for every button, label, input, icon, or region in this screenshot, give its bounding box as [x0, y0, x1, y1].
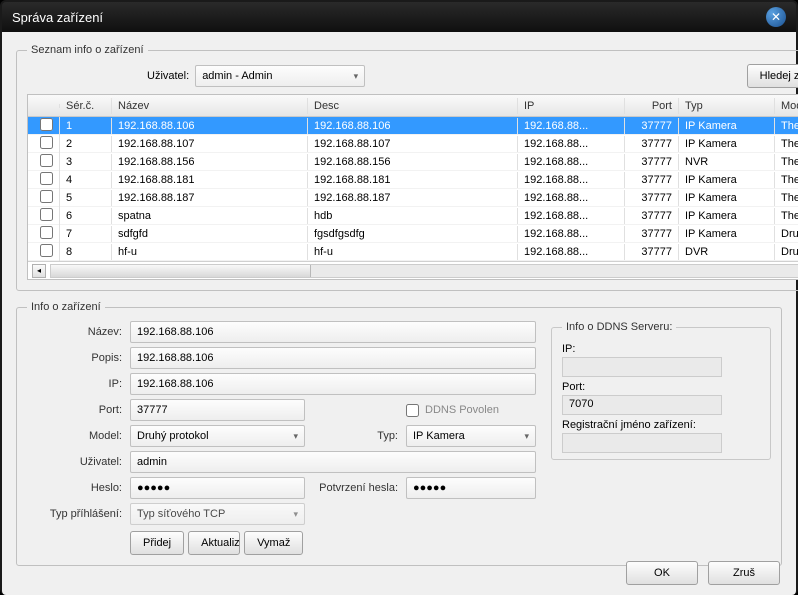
ip-field[interactable] [130, 373, 536, 395]
ip-label: IP: [27, 378, 122, 390]
port-label: Port: [27, 404, 122, 416]
ddns-ip-label: IP: [562, 343, 760, 355]
ddns-checkbox[interactable] [406, 404, 419, 417]
col-port[interactable]: Port [625, 98, 679, 114]
row-checkbox[interactable] [40, 190, 53, 203]
device-info-legend: Info o zařízení [27, 301, 105, 313]
row-checkbox[interactable] [40, 244, 53, 257]
confirm-field[interactable] [406, 477, 536, 499]
ddns-ip-value [562, 357, 722, 377]
row-checkbox[interactable] [40, 226, 53, 239]
model-label: Model: [27, 430, 122, 442]
table-row[interactable]: 1192.168.88.106192.168.88.106192.168.88.… [28, 117, 798, 135]
titlebar[interactable]: Správa zařízení ✕ [2, 2, 796, 32]
col-desc[interactable]: Desc [308, 98, 518, 114]
ddns-legend: Info o DDNS Serveru: [562, 321, 676, 333]
row-checkbox[interactable] [40, 208, 53, 221]
device-list-group: Seznam info o zařízení Uživatel: admin -… [16, 44, 798, 291]
row-checkbox[interactable] [40, 172, 53, 185]
table-row[interactable]: 7sdfgfdfgsdfgsdfg192.168.88...37777IP Ka… [28, 225, 798, 243]
name-label: Název: [27, 326, 122, 338]
ok-button[interactable]: OK [626, 561, 698, 585]
device-grid[interactable]: Sér.č. Název Desc IP Port Typ Model 1192… [27, 94, 798, 280]
table-row[interactable]: 6spatnahdb192.168.88...37777IP KameraThe… [28, 207, 798, 225]
desc-label: Popis: [27, 352, 122, 364]
grid-header: Sér.č. Název Desc IP Port Typ Model [28, 95, 798, 117]
table-row[interactable]: 3192.168.88.156192.168.88.156192.168.88.… [28, 153, 798, 171]
grid-hscroll[interactable]: ◂ ▸ [28, 261, 798, 279]
close-icon[interactable]: ✕ [766, 7, 786, 27]
ddns-port-label: Port: [562, 381, 760, 393]
user-field[interactable] [130, 451, 536, 473]
desc-field[interactable] [130, 347, 536, 369]
login-type-select[interactable]: Typ síťového TCP [130, 503, 305, 525]
port-field[interactable] [130, 399, 305, 421]
table-row[interactable]: 5192.168.88.187192.168.88.187192.168.88.… [28, 189, 798, 207]
update-button[interactable]: Aktualizuj [188, 531, 240, 555]
col-ip[interactable]: IP [518, 98, 625, 114]
device-list-legend: Seznam info o zařízení [27, 44, 148, 56]
ddns-check-label: DDNS Povolen [425, 404, 499, 416]
search-devices-button[interactable]: Hledej zařízení [747, 64, 798, 88]
userf-label: Uživatel: [27, 456, 122, 468]
cancel-button[interactable]: Zruš [708, 561, 780, 585]
type-select[interactable]: IP Kamera [406, 425, 536, 447]
row-checkbox[interactable] [40, 154, 53, 167]
type-label: Typ: [313, 430, 398, 442]
ddns-port-value: 7070 [562, 395, 722, 415]
table-row[interactable]: 4192.168.88.181192.168.88.181192.168.88.… [28, 171, 798, 189]
device-info-group: Info o zařízení Název: Popis: IP: Port: … [16, 301, 782, 566]
pass-field[interactable] [130, 477, 305, 499]
login-type-label: Typ příhlášení: [27, 508, 122, 520]
row-checkbox[interactable] [40, 136, 53, 149]
pass-label: Heslo: [27, 482, 122, 494]
ddns-group: Info o DDNS Serveru: IP: Port: 7070 Regi… [551, 321, 771, 460]
col-model[interactable]: Model [775, 98, 798, 114]
ddns-reg-value [562, 433, 722, 453]
delete-button[interactable]: Vymaž [244, 531, 303, 555]
model-select[interactable]: Druhý protokol [130, 425, 305, 447]
table-row[interactable]: 8hf-uhf-u192.168.88...37777DVRDruhý pr [28, 243, 798, 261]
ddns-reg-label: Registrační jméno zařízení: [562, 419, 760, 431]
scroll-left-icon[interactable]: ◂ [32, 264, 46, 278]
add-button[interactable]: Přidej [130, 531, 184, 555]
confirm-label: Potvrzení hesla: [313, 482, 398, 494]
scroll-thumb[interactable] [51, 265, 311, 277]
table-row[interactable]: 2192.168.88.107192.168.88.107192.168.88.… [28, 135, 798, 153]
user-combo[interactable]: admin - Admin [195, 65, 365, 87]
row-checkbox[interactable] [40, 118, 53, 131]
col-name[interactable]: Název [112, 98, 308, 114]
name-field[interactable] [130, 321, 536, 343]
window-title: Správa zařízení [12, 10, 103, 25]
col-serial[interactable]: Sér.č. [60, 98, 112, 114]
user-label: Uživatel: [147, 70, 189, 82]
col-type[interactable]: Typ [679, 98, 775, 114]
